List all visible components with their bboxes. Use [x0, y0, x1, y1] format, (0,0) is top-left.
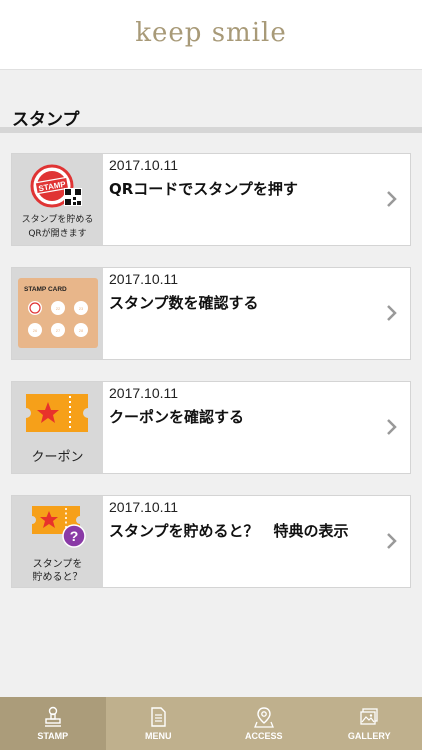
tab-label: STAMP — [37, 731, 69, 741]
section-divider — [0, 127, 422, 133]
bottom-tab-bar: STAMP MENU ACCESS GALLERY — [0, 697, 422, 750]
thumb-caption-line1: スタンプを貯める — [21, 215, 94, 225]
stamp-slot-label: 22 — [56, 306, 61, 311]
chevron-right-icon — [387, 191, 397, 207]
chevron-right-icon — [387, 533, 397, 549]
logo: keep smile — [0, 18, 422, 48]
tab-gallery[interactable]: GALLERY — [317, 697, 422, 750]
stamp-slot-label: 26 — [33, 328, 38, 333]
stamp-qr-icon: STAMP — [30, 164, 82, 208]
app-header: keep smile — [0, 0, 422, 70]
card-qr-stamp[interactable]: STAMP スタンプを貯める QRが開きます 2017.10.11 QRコードで… — [11, 153, 411, 246]
chevron-right-icon — [387, 305, 397, 321]
stamp-card-thumb: STAMP CARD 22 23 26 27 28 — [12, 268, 103, 359]
svg-text:?: ? — [70, 528, 79, 544]
menu-document-icon — [151, 707, 166, 727]
coupon-thumb: クーポン — [12, 382, 103, 473]
coupon-caption: クーポン — [31, 450, 84, 465]
logo-text: keep smile — [135, 18, 287, 48]
thumb-caption-line2: 貯めると？ — [32, 572, 83, 583]
tab-menu[interactable]: MENU — [106, 697, 212, 750]
card-coupon[interactable]: クーポン 2017.10.11 クーポンを確認する — [11, 381, 411, 474]
thumb-caption-line2: QRが開きます — [28, 229, 87, 239]
qr-stamp-thumb: STAMP スタンプを貯める QRが開きます — [12, 154, 103, 245]
card-title: クーポンを確認する — [109, 408, 245, 426]
stamp-slot-label: 27 — [56, 328, 61, 333]
benefits-thumb: ? スタンプを 貯めると？ — [12, 496, 103, 587]
card-stamp-count[interactable]: STAMP CARD 22 23 26 27 28 2017.10.11 スタン… — [11, 267, 411, 360]
stamp-card-label: STAMP CARD — [24, 286, 67, 293]
card-title: スタンプ数を確認する — [109, 294, 259, 312]
card-date: 2017.10.11 — [109, 157, 179, 173]
card-date: 2017.10.11 — [109, 499, 179, 515]
map-pin-icon — [253, 707, 274, 728]
gallery-image-icon — [360, 708, 378, 725]
thumb-caption-line1: スタンプを — [32, 559, 83, 570]
card-date: 2017.10.11 — [109, 385, 179, 401]
card-title: スタンプを貯めると？ 特典の表示 — [109, 522, 349, 540]
coupon-ticket-icon — [26, 394, 88, 432]
tab-label: ACCESS — [244, 731, 283, 741]
stamp-icon — [44, 706, 61, 727]
tab-label: GALLERY — [347, 731, 391, 741]
coupon-question-icon: ? — [32, 506, 86, 548]
chevron-right-icon — [387, 419, 397, 435]
stamp-slot-label: 23 — [79, 306, 84, 311]
tab-stamp[interactable]: STAMP — [0, 697, 106, 750]
tab-label: MENU — [145, 731, 172, 741]
card-benefits[interactable]: ? スタンプを 貯めると？ 2017.10.11 スタンプを貯めると？ 特典の表… — [11, 495, 411, 588]
stamp-card-icon: STAMP CARD 22 23 26 27 28 — [18, 278, 98, 348]
tab-access[interactable]: ACCESS — [211, 697, 317, 750]
card-title: QRコードでスタンプを押す — [109, 180, 298, 198]
stamp-slot-label: 28 — [79, 328, 84, 333]
card-date: 2017.10.11 — [109, 271, 179, 287]
